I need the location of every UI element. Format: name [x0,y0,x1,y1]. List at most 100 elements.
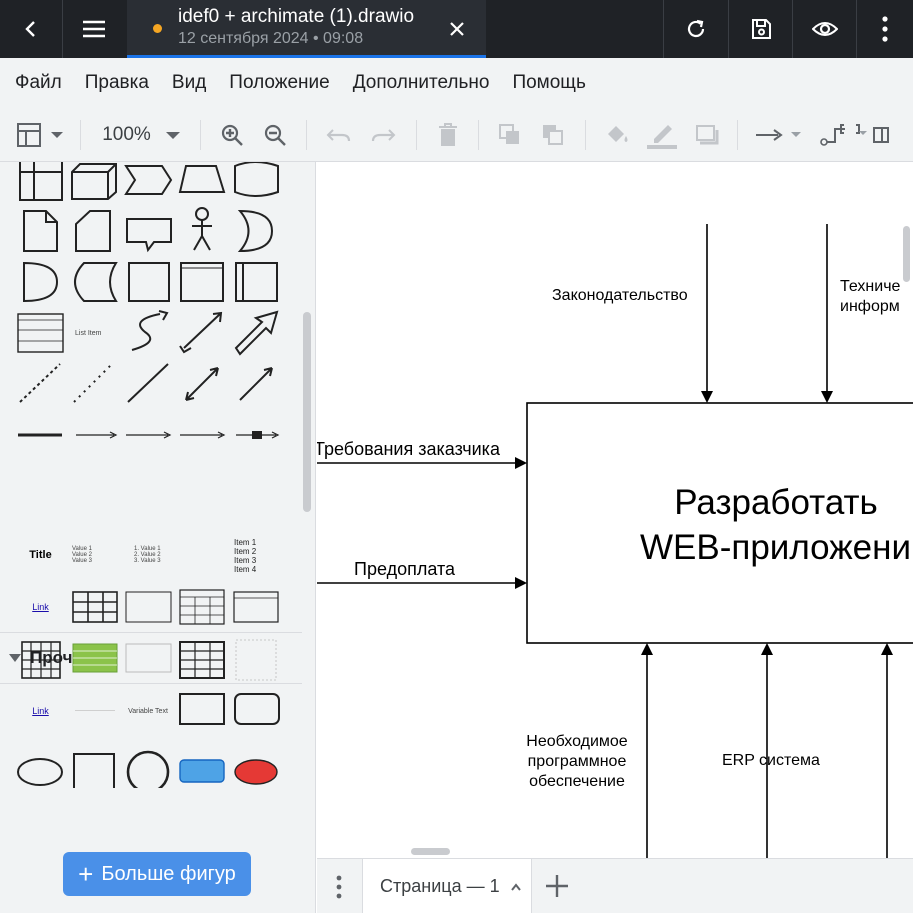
redo-button[interactable] [367,108,399,162]
list-item-label: List Item [75,330,102,337]
undo-button[interactable] [323,108,355,162]
shape-link-text-2[interactable]: Link [18,696,63,726]
zoom-in-button[interactable] [217,108,247,162]
shape-data-storage [74,262,118,302]
control-label-tech[interactable]: Техниче информ [840,277,913,317]
shape-line [127,363,169,403]
shape-curve [131,313,161,351]
numbered-item: 3. Value 3 [134,558,161,564]
shape-process [128,262,170,302]
shape-arrow [234,310,279,356]
pages-menu-button[interactable] [331,873,347,901]
shape-dotted-line [73,363,113,403]
zoom-out-button[interactable] [260,108,290,162]
waypoints-button[interactable] [818,108,868,162]
page-view-button[interactable] [12,108,68,162]
shape-container [180,262,224,302]
shadow-button[interactable] [692,108,722,162]
fill-color-icon [608,126,628,142]
shape-item-list[interactable]: Item 1 Item 2 Item 3 Item 4 [234,534,274,578]
zoom-dropdown[interactable]: 100% [95,108,190,162]
save-icon [751,19,771,39]
menu-edit[interactable]: Правка [85,72,149,94]
plus-icon: + [78,859,94,889]
shape-titled-table [179,589,225,625]
more-vertical-icon [882,16,888,42]
menu-file[interactable]: Файл [15,72,62,94]
menu-view[interactable]: Вид [172,72,206,94]
shape-numbered-list[interactable]: 1. Value 1 2. Value 2 3. Value 3 [134,540,174,570]
back-button[interactable] [0,0,62,58]
shape-connector-3 [180,431,226,439]
shape-delay [23,261,59,303]
preview-button[interactable] [793,0,856,58]
shape-list-table [233,591,279,623]
page-tab-label: Страница — 1 [380,876,500,896]
save-button[interactable] [729,0,792,58]
input-label-requirements[interactable]: Требования заказчика [317,439,500,460]
shape-cube [71,163,117,200]
control-label-law[interactable]: Законодательство [552,287,688,305]
shapes-sidebar: List Item Прочее Title Value 1 Value 2 V… [0,162,316,913]
canvas-horizontal-scrollbar[interactable] [411,848,450,855]
canvas-vertical-scrollbar[interactable] [903,226,910,282]
format-panel-icon [873,127,889,143]
shape-tape [234,162,279,197]
file-subtitle: 12 сентября 2024 • 09:08 [178,30,364,47]
mechanism-label-software[interactable]: Необходимое программное обеспечение [517,732,637,792]
function-title[interactable]: Разработать WEB-приложени [611,480,913,570]
sidebar-scrollbar[interactable] [303,312,311,512]
chevron-left-icon [25,21,35,37]
shape-variable-text[interactable]: Variable Text [124,696,172,726]
menu-arrange[interactable]: Положение [229,72,329,94]
connection-icon [756,129,801,141]
bullet-item: Value 3 [72,558,92,564]
eye-icon [811,22,838,36]
function-title-line-2: WEB-приложени [640,528,911,567]
more-options-button[interactable] [857,0,913,58]
shape-connector-label [76,431,118,439]
add-page-button[interactable] [543,872,571,900]
shape-circle [126,750,170,788]
shape-palette-misc[interactable] [0,588,302,788]
chevron-down-icon [165,132,180,139]
format-panel-button[interactable] [869,108,893,162]
page-tab[interactable]: Страница — 1 [362,859,532,913]
main-menu-button[interactable] [63,0,125,58]
refresh-button[interactable] [664,0,728,58]
shape-bullet-list[interactable]: Value 1 Value 2 Value 3 [72,540,122,570]
shape-value-table [125,591,172,623]
menu-extras[interactable]: Дополнительно [353,72,490,94]
zoom-out-icon [264,124,286,146]
shape-actor [195,207,209,221]
shape-directional-connector [239,367,273,401]
to-front-button[interactable] [495,108,525,162]
diagram-canvas[interactable]: Законодательство Техниче информ Требован… [317,162,913,858]
more-shapes-button[interactable]: + Больше фигур [63,852,251,896]
undo-icon [326,129,351,142]
waypoints-icon [820,124,867,146]
input-label-prepayment[interactable]: Предоплата [354,559,455,580]
shape-grey-table [125,643,172,673]
line-color-icon [647,125,677,149]
menu-help[interactable]: Помощь [512,72,585,94]
shape-callout [126,218,172,253]
shape-bidirectional-arrow [179,311,223,354]
close-icon [450,22,464,36]
more-shapes-label: Больше фигур [101,862,236,885]
line-color-button[interactable] [645,108,679,162]
delete-icon [439,123,457,146]
mechanism-label-erp[interactable]: ERP система [722,752,820,770]
shape-rectangle-frame [179,693,225,725]
to-back-button[interactable] [538,108,568,162]
file-title: idef0 + archimate (1).drawio [178,6,415,27]
file-tab[interactable]: idef0 + archimate (1).drawio 12 сентября… [127,0,486,58]
close-tab-button[interactable] [445,17,469,41]
delete-button[interactable] [434,108,462,162]
shape-small-text[interactable] [72,702,118,718]
fill-color-button[interactable] [602,108,634,162]
connection-style-button[interactable] [752,108,804,162]
to-front-icon [499,124,519,144]
shape-title[interactable]: Title [18,540,63,570]
chevron-up-icon [510,882,521,891]
